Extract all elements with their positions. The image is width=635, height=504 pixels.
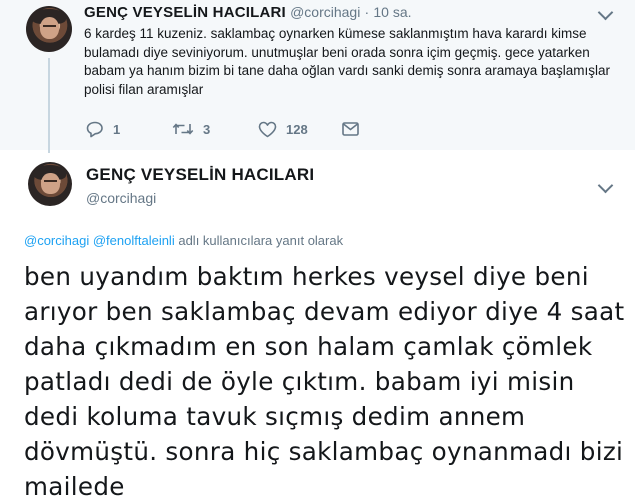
like-button[interactable]: 128 [258,119,308,139]
reply-context: @corcihagi @fenolftaleinli adlı kullanıc… [24,233,343,248]
mention-link[interactable]: @corcihagi [24,233,89,248]
like-count: 128 [286,121,308,137]
reply-button[interactable]: 1 [86,119,120,139]
thread-connector-line [48,58,50,153]
separator-dot: · [364,4,370,20]
avatar[interactable] [26,6,72,52]
avatar[interactable] [28,162,72,206]
reply-count: 1 [113,121,121,137]
envelope-icon [342,122,359,136]
chevron-down-icon[interactable] [597,177,614,194]
tweet-timestamp[interactable]: 10 sa. [373,4,411,20]
heart-icon [258,121,277,138]
parent-tweet[interactable]: GENÇ VEYSELİN HACILARI @corcihagi · 10 s… [0,0,635,153]
chevron-down-icon[interactable] [597,4,614,21]
reply-context-label: adlı kullanıcılara yanıt olarak [178,233,344,248]
retweet-icon [172,121,194,137]
reply-icon [86,121,104,138]
tweet-header: GENÇ VEYSELİN HACILARI @corcihagi · 10 s… [84,4,412,21]
message-button[interactable] [342,119,359,139]
tweet-text: ben uyandım baktım herkes veysel diye be… [24,262,625,501]
user-name[interactable]: GENÇ VEYSELİN HACILARI [84,4,286,21]
tweet-text: 6 kardeş 11 kuzeniz. saklambaç oynarken … [84,26,611,97]
user-name[interactable]: GENÇ VEYSELİN HACILARI [86,165,314,185]
retweet-count: 3 [203,121,211,137]
tweet-actions: 1 3 128 [86,119,386,139]
user-handle[interactable]: @corcihagi [86,190,156,206]
user-handle[interactable]: @corcihagi [290,4,360,20]
retweet-button[interactable]: 3 [172,119,210,139]
mention-link[interactable]: @fenolftaleinli [93,233,175,248]
